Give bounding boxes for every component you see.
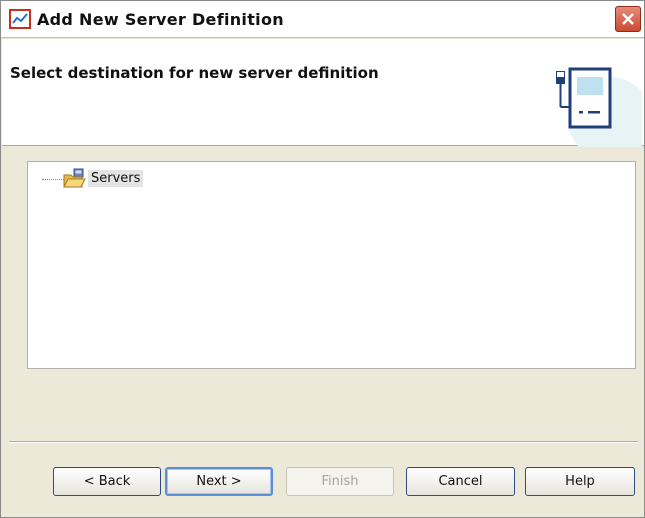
tree-item-servers[interactable]: Servers [88, 170, 144, 187]
add-server-dialog: Add New Server Definition Select destina… [0, 0, 645, 518]
close-icon [622, 13, 634, 25]
server-tree[interactable]: Servers [27, 161, 636, 369]
close-button[interactable] [615, 6, 641, 32]
back-button[interactable]: < Back [53, 467, 161, 496]
finish-button[interactable]: Finish [286, 467, 394, 496]
page-title: Select destination for new server defini… [10, 64, 379, 82]
title-bar[interactable]: Add New Server Definition [1, 1, 644, 38]
next-button[interactable]: Next > [165, 467, 273, 496]
wizard-header: Select destination for new server defini… [2, 39, 644, 147]
open-folder-icon [63, 168, 86, 188]
chart-app-icon [9, 9, 31, 29]
help-button[interactable]: Help [525, 467, 635, 496]
divider [9, 441, 638, 443]
cancel-button[interactable]: Cancel [406, 467, 515, 496]
server-computer-icon [556, 67, 642, 147]
window-title: Add New Server Definition [37, 10, 284, 29]
